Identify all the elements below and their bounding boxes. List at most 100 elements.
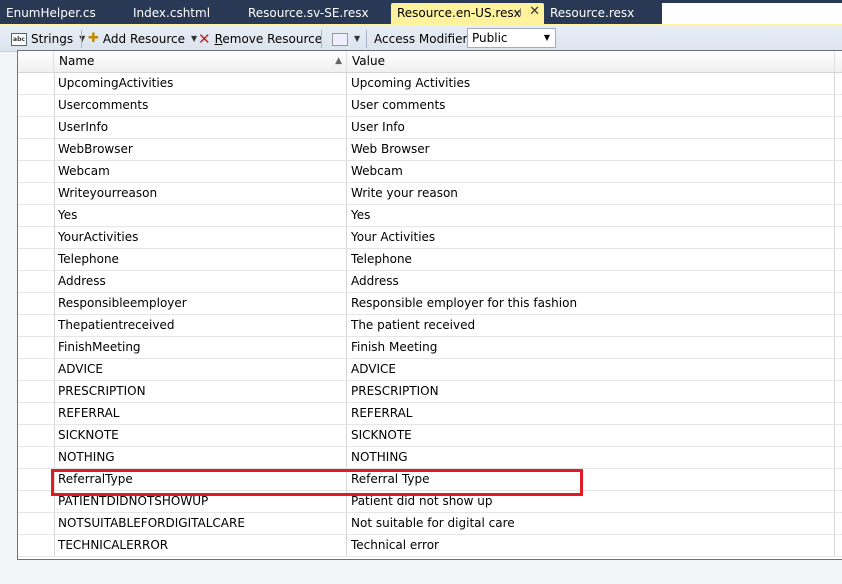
value-cell[interactable]: Technical error (347, 535, 835, 556)
access-modifier-select[interactable]: Public ▼ (467, 28, 556, 48)
table-row[interactable]: Webcam Webcam (18, 161, 842, 183)
row-header[interactable] (18, 95, 55, 116)
row-header[interactable] (18, 469, 55, 490)
name-cell[interactable]: REFERRAL (54, 403, 347, 424)
row-header[interactable] (18, 337, 55, 358)
table-row[interactable]: Telephone Telephone (18, 249, 842, 271)
table-row[interactable]: Usercomments User comments (18, 95, 842, 117)
table-row[interactable]: Address Address (18, 271, 842, 293)
value-cell[interactable]: Address (347, 271, 835, 292)
tab-enumhelper-cs[interactable]: EnumHelper.cs (0, 3, 120, 23)
row-header[interactable] (18, 227, 55, 248)
row-header[interactable] (18, 117, 55, 138)
tab-index-cshtml[interactable]: Index.cshtml (127, 3, 239, 23)
value-cell[interactable]: The patient received (347, 315, 835, 336)
name-cell[interactable]: Usercomments (54, 95, 347, 116)
row-header[interactable] (18, 491, 55, 512)
row-header[interactable] (18, 425, 55, 446)
table-row[interactable]: UpcomingActivities Upcoming Activities (18, 73, 842, 95)
row-header[interactable] (18, 381, 55, 402)
name-cell[interactable]: FinishMeeting (54, 337, 347, 358)
table-row[interactable]: REFERRAL REFERRAL (18, 403, 842, 425)
name-cell[interactable]: Yes (54, 205, 347, 226)
row-header[interactable] (18, 161, 55, 182)
value-cell[interactable]: Patient did not show up (347, 491, 835, 512)
table-row[interactable]: Thepatientreceived The patient received (18, 315, 842, 337)
value-cell[interactable]: Upcoming Activities (347, 73, 835, 94)
row-header[interactable] (18, 139, 55, 160)
value-cell[interactable]: Your Activities (347, 227, 835, 248)
value-cell[interactable]: Write your reason (347, 183, 835, 204)
row-header[interactable] (18, 447, 55, 468)
table-row[interactable]: FinishMeeting Finish Meeting (18, 337, 842, 359)
views-dropdown-button[interactable]: ▼ (332, 29, 360, 49)
table-row[interactable]: NOTHING NOTHING (18, 447, 842, 469)
tab-resource-sv-se[interactable]: Resource.sv-SE.resx (242, 3, 388, 23)
table-row[interactable]: Responsibleemployer Responsible employer … (18, 293, 842, 315)
name-cell[interactable]: SICKNOTE (54, 425, 347, 446)
tab-resource-resx[interactable]: Resource.resx (544, 3, 662, 23)
tab-resource-en-us[interactable]: Resource.en-US.resx ⊣ ✕ (391, 3, 544, 24)
row-header-corner[interactable] (18, 51, 54, 72)
table-row[interactable]: Yes Yes (18, 205, 842, 227)
table-row[interactable]: PRESCRIPTION PRESCRIPTION (18, 381, 842, 403)
close-icon[interactable]: ✕ (529, 2, 540, 22)
value-cell[interactable]: Webcam (347, 161, 835, 182)
table-row[interactable]: TECHNICALERROR Technical error (18, 535, 842, 557)
name-cell[interactable]: ReferralType (54, 469, 347, 490)
value-cell[interactable]: Telephone (347, 249, 835, 270)
value-cell[interactable]: Finish Meeting (347, 337, 835, 358)
value-cell[interactable]: Responsible employer for this fashion (347, 293, 835, 314)
row-header[interactable] (18, 271, 55, 292)
name-cell[interactable]: Telephone (54, 249, 347, 270)
name-cell[interactable]: TECHNICALERROR (54, 535, 347, 556)
value-cell[interactable]: Web Browser (347, 139, 835, 160)
table-row[interactable]: UserInfo User Info (18, 117, 842, 139)
value-cell[interactable]: ADVICE (347, 359, 835, 380)
table-row[interactable]: WebBrowser Web Browser (18, 139, 842, 161)
row-header[interactable] (18, 513, 55, 534)
table-row[interactable]: ADVICE ADVICE (18, 359, 842, 381)
name-cell[interactable]: YourActivities (54, 227, 347, 248)
value-cell[interactable]: NOTHING (347, 447, 835, 468)
row-header[interactable] (18, 403, 55, 424)
value-cell[interactable]: User comments (347, 95, 835, 116)
table-row[interactable]: PATIENTDIDNOTSHOWUP Patient did not show … (18, 491, 842, 513)
row-header[interactable] (18, 183, 55, 204)
value-cell[interactable]: Yes (347, 205, 835, 226)
table-row[interactable]: SICKNOTE SICKNOTE (18, 425, 842, 447)
table-row[interactable]: Writeyourreason Write your reason (18, 183, 842, 205)
pin-icon[interactable]: ⊣ (512, 3, 522, 23)
value-cell[interactable]: SICKNOTE (347, 425, 835, 446)
name-cell[interactable]: WebBrowser (54, 139, 347, 160)
name-cell[interactable]: NOTHING (54, 447, 347, 468)
row-header[interactable] (18, 359, 55, 380)
strings-dropdown-button[interactable]: abc Strings ▼ (11, 29, 85, 49)
row-header[interactable] (18, 315, 55, 336)
name-cell[interactable]: Address (54, 271, 347, 292)
value-cell[interactable]: PRESCRIPTION (347, 381, 835, 402)
table-row[interactable]: NOTSUITABLEFORDIGITALCARE Not suitable fo… (18, 513, 842, 535)
row-header[interactable] (18, 205, 55, 226)
table-row[interactable]: ReferralType Referral Type (18, 469, 842, 491)
row-header[interactable] (18, 535, 55, 556)
column-header-value[interactable]: Value (347, 51, 835, 72)
name-cell[interactable]: Thepatientreceived (54, 315, 347, 336)
name-cell[interactable]: Responsibleemployer (54, 293, 347, 314)
name-cell[interactable]: PRESCRIPTION (54, 381, 347, 402)
name-cell[interactable]: ADVICE (54, 359, 347, 380)
name-cell[interactable]: Writeyourreason (54, 183, 347, 204)
name-cell[interactable]: NOTSUITABLEFORDIGITALCARE (54, 513, 347, 534)
row-header[interactable] (18, 73, 55, 94)
row-header[interactable] (18, 249, 55, 270)
value-cell[interactable]: REFERRAL (347, 403, 835, 424)
table-row[interactable]: YourActivities Your Activities (18, 227, 842, 249)
value-cell[interactable]: Not suitable for digital care (347, 513, 835, 534)
add-resource-button[interactable]: ✚ Add Resource ▼ (88, 29, 197, 49)
name-cell[interactable]: PATIENTDIDNOTSHOWUP (54, 491, 347, 512)
row-header[interactable] (18, 293, 55, 314)
remove-resource-button[interactable]: ✕ Remove Resource (198, 29, 322, 49)
value-cell[interactable]: Referral Type (347, 469, 835, 490)
column-header-name[interactable]: Name ▲ (54, 51, 347, 72)
name-cell[interactable]: Webcam (54, 161, 347, 182)
